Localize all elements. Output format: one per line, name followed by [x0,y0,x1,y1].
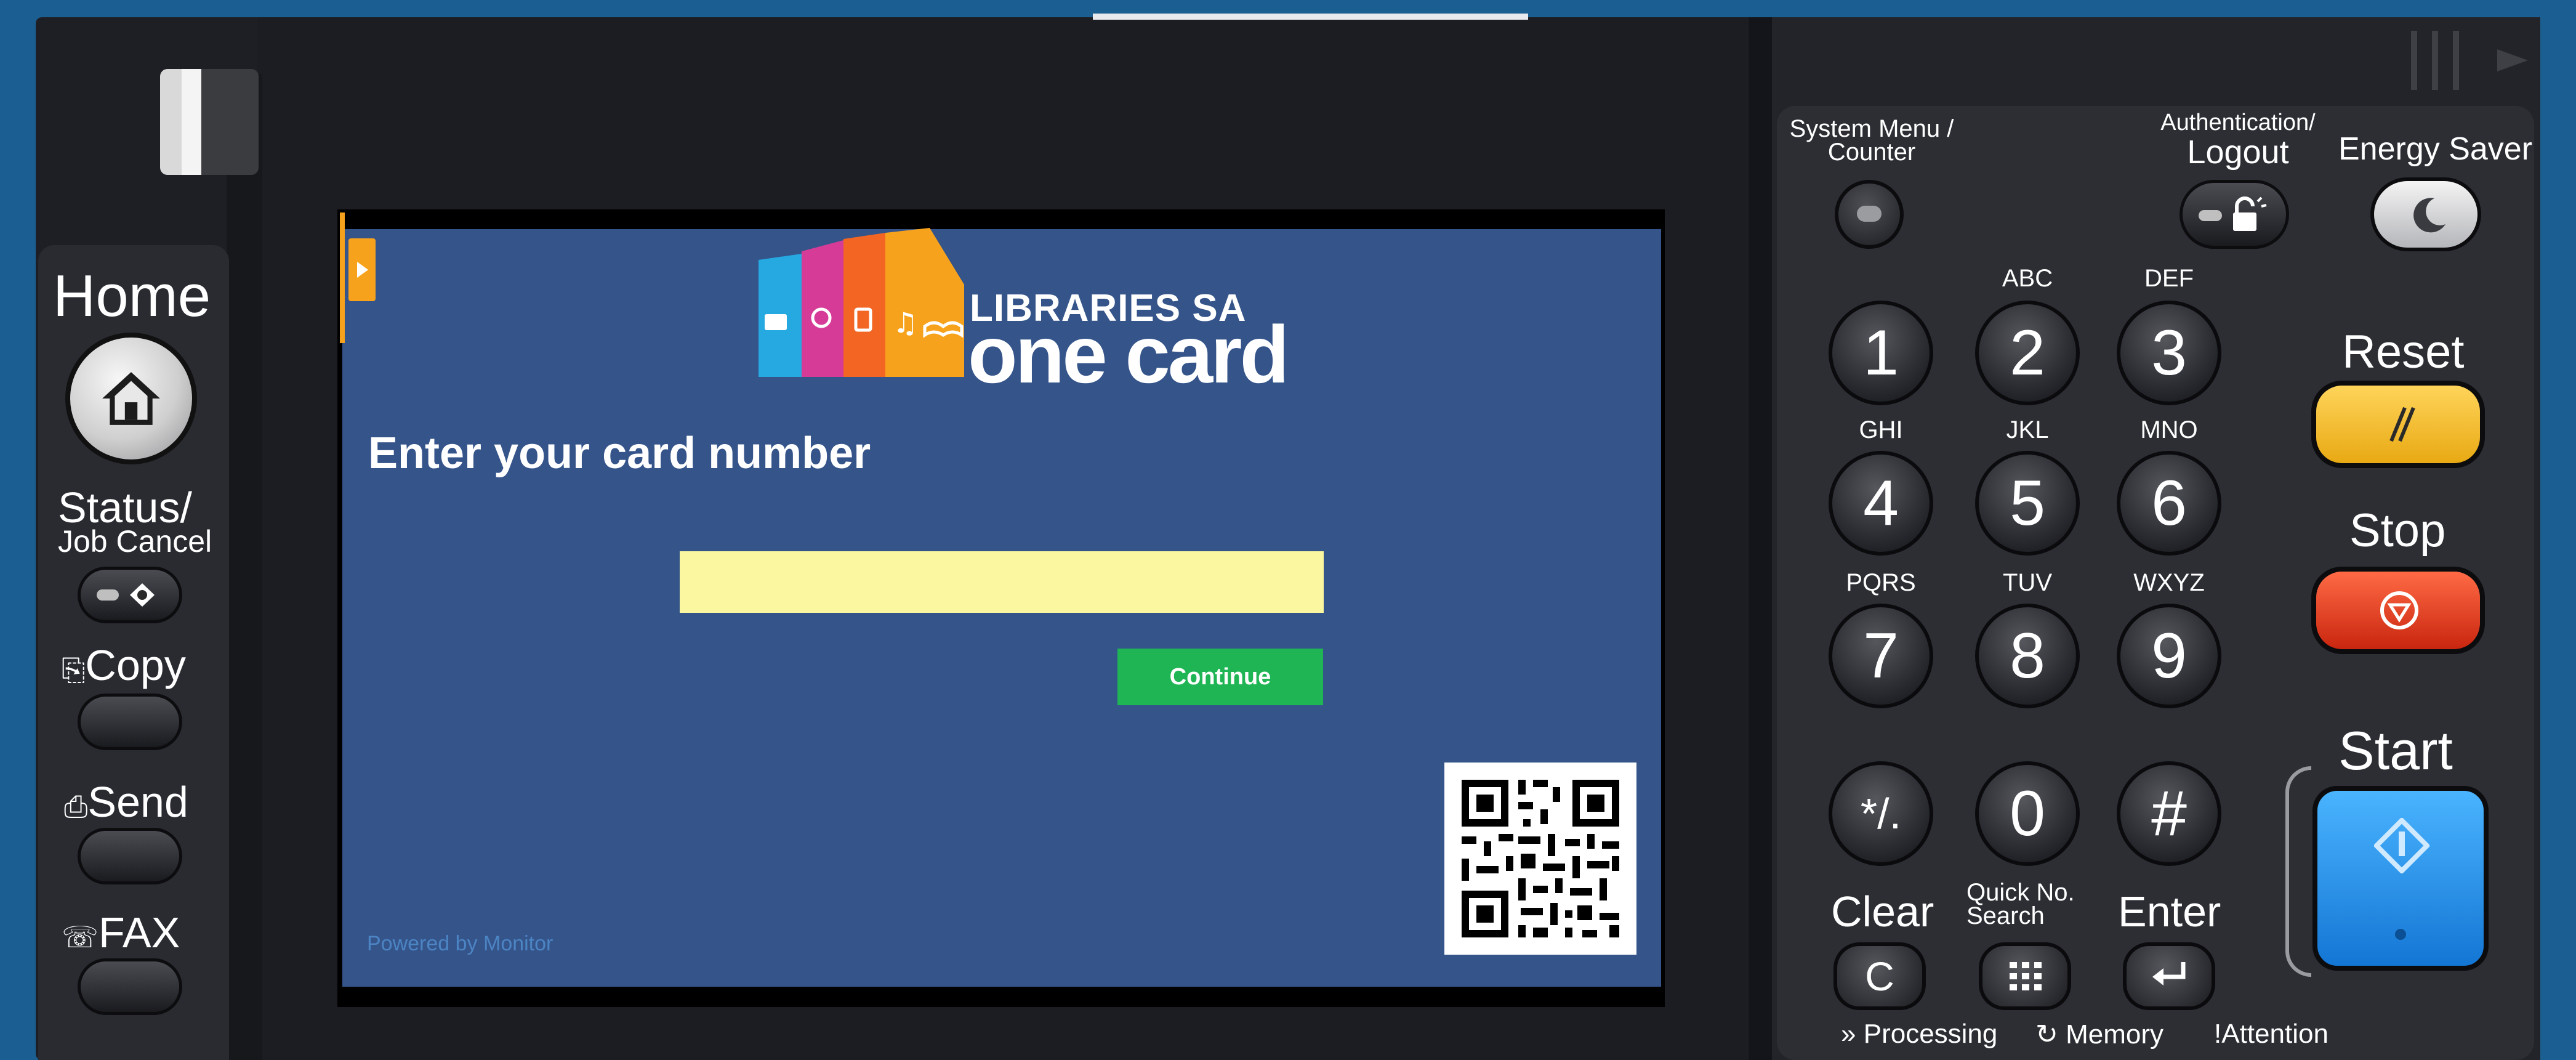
house-icon [102,372,160,425]
page-title: Enter your card number [368,429,871,478]
home-label: Home [53,263,211,329]
copy-button[interactable] [78,694,182,750]
card-number-input[interactable] [680,551,1324,613]
start-button[interactable] [2312,786,2489,971]
memory-indicator: ↻ Memory [2035,1019,2164,1050]
fax-label: ☏FAX [62,908,180,957]
key-8[interactable]: 8 [1975,604,2080,708]
key-2-letters: ABC [2002,265,2053,292]
clear-label: Clear [1831,888,1934,936]
reset-label: Reset [2342,326,2465,378]
enter-button[interactable] [2123,942,2215,1010]
quick-search-button[interactable] [1979,942,2071,1010]
attention-icon: ! [2214,1019,2222,1049]
enter-arrow-icon [2152,962,2186,985]
key-7-letters: PQRS [1846,569,1916,596]
key-5[interactable]: 5 [1975,451,2080,556]
stop-icon [2380,591,2418,629]
status-job-cancel-button[interactable] [78,567,182,623]
moon-icon [2413,198,2445,233]
processing-icon: » [1841,1019,1856,1049]
job-cancel-label: Job Cancel [58,524,212,559]
music-icon: ♫ [893,306,918,339]
card-reader-slot [160,69,259,175]
key-hash[interactable]: # [2117,761,2221,866]
stop-label: Stop [2349,504,2446,557]
system-menu-indicator-icon [1857,206,1882,222]
send-label: ⎙Send [64,778,188,826]
reset-button[interactable] [2311,381,2485,468]
copy-icon: ⎘ [62,654,86,687]
start-label: Start [2338,720,2453,781]
key-7[interactable]: 7 [1829,604,1933,708]
key-3[interactable]: 3 [2117,301,2221,405]
key-3-letters: DEF [2144,265,2194,292]
key-4[interactable]: 4 [1829,451,1933,556]
key-star[interactable]: */. [1829,761,1933,866]
key-9[interactable]: 9 [2117,604,2221,708]
clear-button[interactable]: C [1833,942,1926,1010]
key-9-letters: WXYZ [2133,569,2205,596]
key-4-letters: GHI [1859,416,1903,443]
send-icon: ⎙ [64,791,88,823]
system-menu-button[interactable] [1835,180,1904,249]
stop-button[interactable] [2311,567,2485,654]
home-button[interactable] [65,333,197,464]
left-panel-edge [227,74,262,1060]
auth-label: Authentication/Logout [2160,110,2316,171]
side-expand-tab[interactable] [340,212,383,343]
send-button[interactable] [78,828,182,884]
key-5-letters: JKL [2006,416,2049,443]
logo-subtitle: one card [968,309,1289,400]
lock-icon [2199,196,2267,231]
card-icon [765,314,787,330]
key-0[interactable]: 0 [1975,761,2080,866]
status-icon [97,583,155,607]
top-indicator-strip [1093,14,1528,20]
powered-by-text: Powered by Monitor [367,932,553,955]
system-menu-label: System Menu / Counter [1789,115,1954,166]
start-indicator-light [2395,929,2406,940]
reset-slash-icon [2389,407,2415,442]
enter-label: Enter [2118,888,2221,936]
fax-button[interactable] [78,958,182,1015]
memory-icon: ↻ [2035,1019,2058,1050]
qr-code [1444,763,1636,955]
copy-label: ⎘Copy [62,641,186,689]
processing-indicator: » Processing [1841,1019,1998,1049]
key-8-letters: TUV [2003,569,2052,596]
energy-saver-label: Energy Saver [2338,131,2533,167]
key-2[interactable]: 2 [1975,301,2080,405]
quick-search-label: Quick No. Search [1966,879,2075,929]
fax-icon: ☏ [62,921,99,954]
start-button-guard [2285,766,2311,977]
authentication-logout-button[interactable] [2180,180,2289,249]
key-1[interactable]: 1 [1829,301,1933,405]
start-diamond-icon [2374,818,2429,873]
key-6-letters: MNO [2140,416,2198,443]
panel-divider [1749,17,1773,1060]
continue-button[interactable]: Continue [1117,649,1323,705]
keypad-grid-icon [2010,962,2042,990]
energy-saver-button[interactable] [2370,177,2481,251]
signal-indicator-icon [2411,31,2528,90]
key-6[interactable]: 6 [2117,451,2221,556]
attention-indicator: !Attention [2214,1019,2328,1049]
